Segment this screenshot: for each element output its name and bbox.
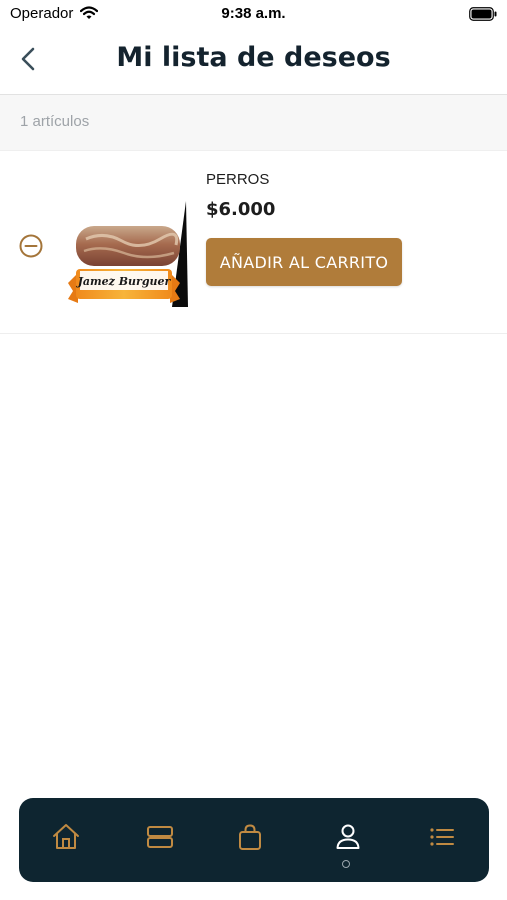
bottom-nav (19, 798, 489, 882)
battery-icon (469, 6, 497, 25)
home-icon (53, 824, 79, 849)
brand-watermark: Jamez Burguer (76, 275, 172, 288)
item-count: 1 artículos (20, 113, 90, 130)
active-indicator (342, 860, 350, 868)
status-time: 9:38 a.m. (221, 5, 286, 22)
minus-circle-icon (19, 234, 43, 258)
nav-profile[interactable] (328, 822, 368, 862)
product-name: PERROS (206, 171, 270, 188)
profile-icon (336, 824, 360, 849)
remove-item-button[interactable] (18, 233, 44, 259)
status-bar: Operador 9:38 a.m. (0, 0, 507, 28)
nav-menu[interactable] (422, 822, 462, 862)
wishlist-item: Jamez Burguer PERROS $6.000 AÑADIR AL CA… (0, 151, 507, 334)
nav-home[interactable] (46, 822, 86, 862)
add-to-cart-button[interactable]: AÑADIR AL CARRITO (206, 238, 402, 286)
product-price: $6.000 (206, 199, 276, 220)
menu-list-icon (430, 828, 454, 846)
product-image: Jamez Burguer (64, 201, 190, 311)
categories-icon (147, 826, 173, 848)
shopping-bag-icon (239, 824, 261, 850)
header: Mi lista de deseos (0, 30, 507, 95)
nav-cart[interactable] (230, 822, 270, 862)
nav-categories[interactable] (140, 822, 180, 862)
item-count-bar: 1 artículos (0, 95, 507, 151)
page-title: Mi lista de deseos (116, 42, 391, 73)
